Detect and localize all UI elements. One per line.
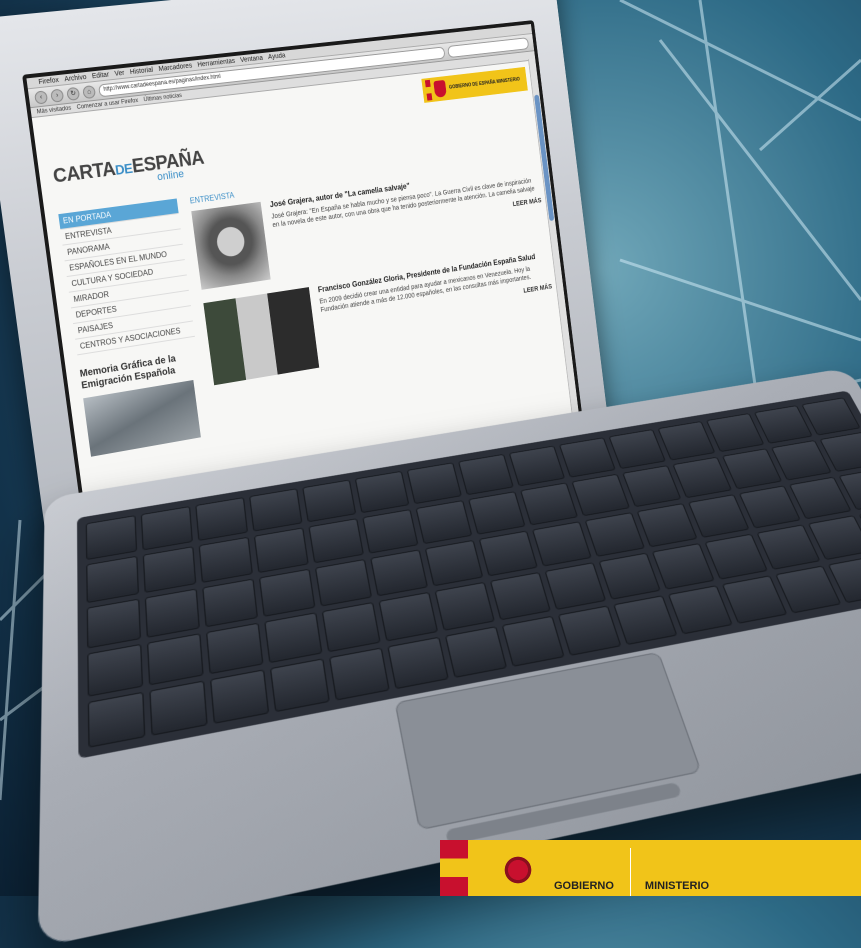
keyboard-key bbox=[609, 429, 666, 469]
keyboard-key bbox=[559, 437, 616, 477]
keyboard-key bbox=[585, 512, 645, 557]
keyboard-key bbox=[302, 480, 356, 523]
gov-banner[interactable]: GOBIERNO DE ESPAÑA MINISTERIO bbox=[421, 67, 528, 103]
article-thumbnail[interactable] bbox=[203, 287, 319, 385]
keyboard-key bbox=[145, 589, 200, 638]
keyboard-key bbox=[407, 462, 462, 504]
keyboard-key bbox=[370, 549, 428, 596]
main-content: ENTREVISTA José Grajera, autor de "La ca… bbox=[189, 151, 562, 434]
keyboard-key bbox=[613, 595, 677, 645]
keyboard-key bbox=[688, 494, 749, 538]
keyboard-key bbox=[195, 497, 248, 541]
keyboard-key bbox=[141, 506, 193, 550]
footer-gov-logo: GOBIERNO MINISTERIO bbox=[440, 840, 861, 896]
keyboard-key bbox=[652, 543, 715, 590]
keyboard-key bbox=[254, 527, 309, 573]
keyboard-key bbox=[355, 471, 410, 513]
logo-part: CARTA bbox=[52, 158, 117, 187]
keyboard-key bbox=[416, 500, 473, 544]
keyboard-key bbox=[532, 521, 592, 566]
keyboard-key bbox=[87, 599, 141, 649]
keyboard-key bbox=[264, 612, 322, 663]
keyboard-key bbox=[445, 626, 507, 678]
keyboard-key bbox=[502, 616, 565, 667]
back-icon[interactable]: ‹ bbox=[34, 90, 48, 104]
gov-banner-text: GOBIERNO DE ESPAÑA MINISTERIO bbox=[449, 77, 520, 91]
keyboard-key bbox=[315, 559, 372, 607]
menu-item[interactable]: Ventana bbox=[240, 54, 264, 63]
menu-item[interactable]: Ver bbox=[114, 69, 125, 77]
keyboard-key bbox=[210, 669, 269, 724]
keyboard-key bbox=[801, 397, 860, 435]
content-layout: EN PORTADA ENTREVISTA PANORAMA ESPAÑOLES… bbox=[58, 151, 562, 457]
menu-item[interactable]: Archivo bbox=[64, 73, 87, 82]
flag-icon bbox=[440, 840, 468, 896]
memoria-image[interactable] bbox=[83, 380, 201, 457]
web-page: GOBIERNO DE ESPAÑA MINISTERIO CARTADEESP… bbox=[32, 60, 575, 469]
keyboard-key bbox=[143, 546, 196, 593]
keyboard-key bbox=[87, 644, 143, 697]
keyboard-key bbox=[86, 515, 137, 560]
keyboard-key bbox=[722, 448, 782, 489]
reload-icon[interactable]: ↻ bbox=[66, 86, 80, 100]
keyboard-key bbox=[722, 575, 788, 624]
footer-ministerio: MINISTERIO bbox=[645, 880, 709, 892]
article-body: Francisco González Gloria, Presidente de… bbox=[317, 251, 557, 367]
keyboard-key bbox=[322, 602, 381, 652]
keyboard-key bbox=[739, 485, 801, 528]
home-icon[interactable]: ⌂ bbox=[82, 85, 96, 99]
keyboard-key bbox=[520, 482, 578, 525]
crest-icon bbox=[433, 80, 447, 98]
keyboard-key bbox=[329, 647, 390, 700]
keyboard-key bbox=[387, 637, 449, 689]
keyboard-key bbox=[435, 582, 495, 631]
keyboard-key bbox=[571, 474, 630, 516]
keyboard-key bbox=[86, 556, 139, 603]
keyboard-key bbox=[206, 623, 263, 675]
keyboard-key bbox=[362, 509, 418, 553]
flag-icon bbox=[425, 80, 432, 101]
keyboard-key bbox=[479, 531, 538, 577]
footer-gobierno: GOBIERNO bbox=[554, 880, 614, 892]
keyboard-key bbox=[705, 534, 768, 580]
keyboard-key bbox=[558, 605, 622, 655]
forward-icon[interactable]: › bbox=[50, 88, 64, 102]
keyboard-key bbox=[622, 465, 681, 507]
keyboard-key bbox=[249, 488, 302, 531]
crest-icon bbox=[498, 856, 538, 896]
keyboard-key bbox=[509, 446, 565, 487]
keyboard-key bbox=[149, 680, 207, 735]
menu-item[interactable]: Ayuda bbox=[268, 52, 286, 61]
menu-item[interactable]: Firefox bbox=[38, 76, 59, 85]
sidebar-nav: EN PORTADA ENTREVISTA PANORAMA ESPAÑOLES… bbox=[58, 198, 208, 456]
keyboard-key bbox=[88, 692, 146, 748]
keyboard-key bbox=[202, 579, 258, 628]
keyboard-key bbox=[199, 537, 253, 583]
article-thumbnail[interactable] bbox=[191, 202, 270, 290]
keyboard-key bbox=[147, 633, 204, 685]
keyboard-key bbox=[672, 457, 732, 498]
keyboard-key bbox=[379, 592, 439, 642]
menu-item[interactable]: Editar bbox=[92, 71, 110, 80]
keyboard-key bbox=[468, 491, 525, 534]
menu-item[interactable]: Historial bbox=[129, 66, 153, 75]
keyboard-key bbox=[637, 503, 698, 547]
keyboard-key bbox=[270, 658, 330, 712]
keyboard-key bbox=[458, 454, 514, 495]
keyboard-key bbox=[599, 553, 661, 600]
keyboard-key bbox=[706, 413, 764, 452]
divider bbox=[630, 848, 631, 896]
keyboard-key bbox=[658, 421, 716, 460]
keyboard-key bbox=[545, 562, 607, 610]
keyboard-key bbox=[259, 569, 315, 617]
keyboard-key bbox=[668, 585, 733, 634]
keyboard-key bbox=[425, 540, 484, 586]
keyboard-key bbox=[308, 518, 364, 563]
keyboard-key bbox=[490, 572, 551, 620]
